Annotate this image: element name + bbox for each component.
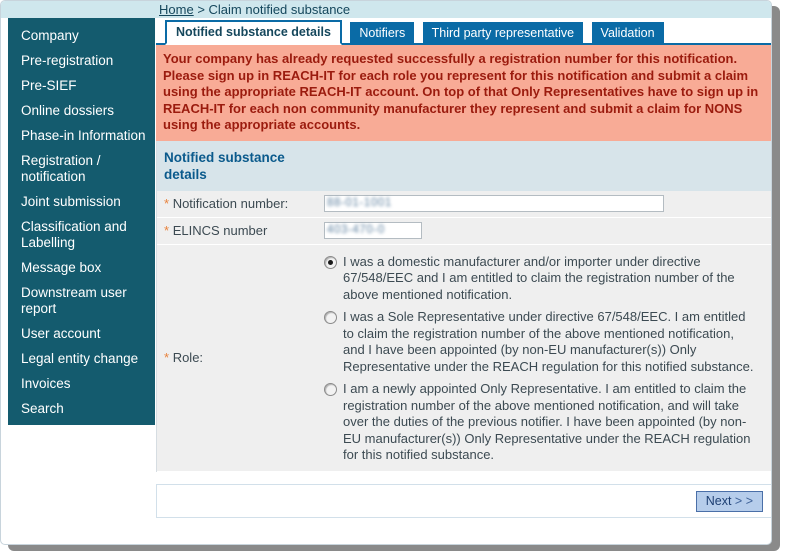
main-content: Notified substance details Notifiers Thi…: [156, 18, 771, 518]
sidebar-item-phase-in-information[interactable]: Phase-in Information: [8, 123, 155, 148]
tab-notifiers[interactable]: Notifiers: [350, 22, 415, 45]
next-button-arrows: > >: [734, 493, 753, 508]
role-option-domestic-manufacturer[interactable]: I was a domestic manufacturer and/or imp…: [324, 249, 766, 307]
radio-icon-sole-representative[interactable]: [324, 311, 337, 324]
sidebar-item-pre-sief[interactable]: Pre-SIEF: [8, 73, 155, 98]
sidebar-navigation: Company Pre-registration Pre-SIEF Online…: [8, 18, 155, 425]
application-window: Home > Claim notified substance Company …: [0, 0, 772, 545]
role-option-newly-appointed-only-representative[interactable]: I am a newly appointed Only Representati…: [324, 378, 766, 467]
notification-number-input[interactable]: [324, 195, 664, 212]
next-button-label: Next: [705, 493, 732, 508]
required-marker: *: [164, 222, 170, 238]
field-row-elincs-number: * ELINCS number 403-470-0: [157, 217, 771, 245]
breadcrumb-separator: >: [197, 2, 205, 17]
elincs-number-label: * ELINCS number: [157, 218, 319, 243]
radio-icon-newly-appointed-only-representative[interactable]: [324, 383, 337, 396]
required-marker: *: [164, 195, 170, 211]
role-label-text: Role:: [172, 350, 204, 365]
role-option-sole-representative-label: I was a Sole Representative under direct…: [343, 309, 754, 374]
notification-number-field-wrap: 88-01-1001: [324, 195, 664, 213]
sidebar-item-legal-entity-change[interactable]: Legal entity change: [8, 346, 155, 371]
required-marker: *: [164, 350, 170, 365]
breadcrumb: Home > Claim notified substance: [159, 1, 350, 18]
tab-bar: Notified substance details Notifiers Thi…: [156, 18, 771, 45]
sidebar-item-company[interactable]: Company: [8, 23, 155, 48]
app-screen: Home > Claim notified substance Company …: [0, 0, 790, 557]
section-title: Notified substance details: [157, 140, 317, 191]
sidebar-item-user-account[interactable]: User account: [8, 321, 155, 346]
tab-notified-substance-details[interactable]: Notified substance details: [165, 20, 342, 45]
next-button[interactable]: Next > >: [695, 490, 763, 512]
sidebar-item-invoices[interactable]: Invoices: [8, 371, 155, 396]
alert-message: Your company has already requested succe…: [156, 45, 771, 141]
role-option-newly-appointed-only-representative-label: I am a newly appointed Only Representati…: [343, 381, 751, 462]
tab-third-party-representative[interactable]: Third party representative: [422, 22, 584, 45]
role-options-group: I was a domestic manufacturer and/or imp…: [319, 245, 771, 471]
elincs-number-value-cell: 403-470-0: [319, 218, 771, 244]
role-option-domestic-manufacturer-label: I was a domestic manufacturer and/or imp…: [343, 253, 735, 302]
sidebar-item-classification-and-labelling[interactable]: Classification and Labelling: [8, 214, 155, 255]
role-label: * Role:: [157, 350, 319, 365]
notification-number-value-cell: 88-01-1001: [319, 191, 771, 217]
notified-substance-details-panel: Notified substance details * Notificatio…: [156, 140, 771, 472]
breadcrumb-home-link[interactable]: Home: [159, 2, 194, 17]
section-header-row: Notified substance details: [157, 140, 771, 191]
radio-icon-domestic-manufacturer[interactable]: [324, 255, 337, 269]
elincs-number-input[interactable]: [324, 222, 422, 239]
sidebar-item-pre-registration[interactable]: Pre-registration: [8, 48, 155, 73]
breadcrumb-bar: Home > Claim notified substance: [1, 1, 771, 18]
tab-validation[interactable]: Validation: [591, 22, 664, 45]
sidebar-item-joint-submission[interactable]: Joint submission: [8, 189, 155, 214]
sidebar-item-message-box[interactable]: Message box: [8, 255, 155, 280]
breadcrumb-current: Claim notified substance: [208, 2, 351, 17]
sidebar-item-registration-notification[interactable]: Registration / notification: [8, 148, 155, 189]
form-action-bar: Next > >: [156, 483, 771, 518]
elincs-number-field-wrap: 403-470-0: [324, 222, 422, 240]
sidebar-item-downstream-user-report[interactable]: Downstream user report: [8, 280, 155, 321]
sidebar-item-online-dossiers[interactable]: Online dossiers: [8, 98, 155, 123]
field-row-notification-number: * Notification number: 88-01-1001: [157, 190, 771, 218]
role-option-sole-representative[interactable]: I was a Sole Representative under direct…: [324, 306, 766, 378]
elincs-number-label-text: ELINCS number: [172, 222, 268, 238]
sidebar-item-search[interactable]: Search: [8, 396, 155, 421]
notification-number-label: * Notification number:: [157, 191, 319, 216]
notification-number-label-text: Notification number:: [172, 195, 289, 211]
field-row-role: * Role: I was a domestic manufacturer an…: [157, 244, 771, 472]
